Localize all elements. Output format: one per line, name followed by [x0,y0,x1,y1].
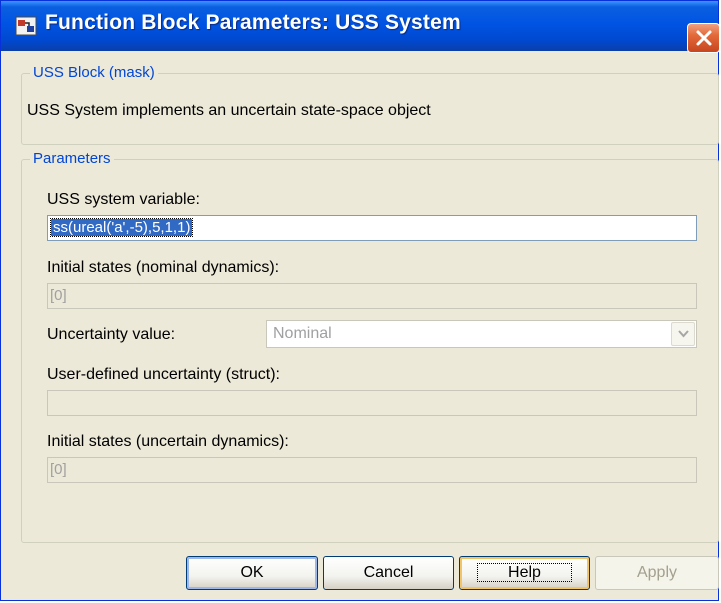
uss-variable-label: USS system variable: [47,191,200,208]
initial-states-nominal-input: [0] [47,283,697,309]
mask-description: USS System implements an uncertain state… [27,102,431,119]
uss-variable-value: ss(ureal('a',-5),5,1,1) [49,218,194,237]
help-button-label: Help [477,563,572,582]
apply-button-label: Apply [636,564,678,581]
initial-states-uncertain-input: [0] [47,457,697,483]
ok-button[interactable]: OK [186,556,318,590]
chevron-down-icon [678,330,689,338]
close-button[interactable] [687,23,720,53]
uss-variable-input[interactable]: ss(ureal('a',-5),5,1,1) [47,215,697,241]
uncertainty-value-select[interactable]: Nominal [266,320,697,348]
user-defined-uncertainty-label: User-defined uncertainty (struct): [47,366,280,383]
mask-group-legend: USS Block (mask) [30,64,158,81]
initial-states-nominal-label: Initial states (nominal dynamics): [47,259,280,276]
dialog-window: Function Block Parameters: USS System US… [0,0,720,601]
parameters-group-legend: Parameters [30,150,114,167]
simulink-block-icon [15,15,37,37]
initial-states-nominal-value: [0] [50,287,67,304]
close-icon [696,30,712,46]
apply-button[interactable]: Apply [595,556,719,590]
ok-button-label: OK [240,564,264,581]
initial-states-uncertain-label: Initial states (uncertain dynamics): [47,433,289,450]
help-button[interactable]: Help [459,556,590,590]
initial-states-uncertain-value: [0] [50,461,67,478]
uncertainty-value-selected: Nominal [273,325,332,342]
window-title: Function Block Parameters: USS System [45,11,461,34]
cancel-button[interactable]: Cancel [323,556,454,590]
dropdown-arrow-button[interactable] [671,322,695,346]
user-defined-uncertainty-input [47,390,697,416]
uncertainty-value-label: Uncertainty value: [47,326,176,343]
cancel-button-label: Cancel [363,564,414,581]
title-bar[interactable]: Function Block Parameters: USS System [1,1,720,53]
